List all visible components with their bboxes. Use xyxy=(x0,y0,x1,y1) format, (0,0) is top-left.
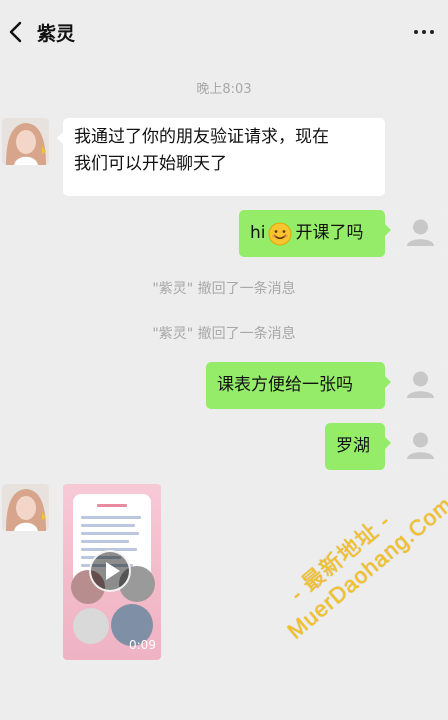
contact-avatar-image xyxy=(2,118,49,165)
self-avatar[interactable] xyxy=(397,423,444,470)
recall-notice: "紫灵" 撤回了一条消息 xyxy=(152,281,296,297)
message-text: 开课了吗 xyxy=(295,223,364,243)
thumbnail-photo xyxy=(73,608,109,644)
chat-header: 紫灵 xyxy=(0,0,448,64)
smiley-emoji-icon xyxy=(268,222,291,245)
more-button[interactable] xyxy=(410,20,438,44)
recall-notice: "紫灵" 撤回了一条消息 xyxy=(152,326,296,342)
more-dot xyxy=(422,30,426,34)
contact-avatar[interactable] xyxy=(2,118,49,165)
back-button[interactable] xyxy=(2,18,28,46)
message-bubble-incoming[interactable]: 我通过了你的朋友验证请求，现在 我们可以开始聊天了 xyxy=(57,118,385,196)
more-dot xyxy=(430,30,434,34)
message-bubble-outgoing[interactable]: hi 开课了吗 xyxy=(239,210,391,257)
self-avatar[interactable] xyxy=(397,210,444,257)
message-text: hi xyxy=(250,223,266,243)
chat-title: 紫灵 xyxy=(37,23,76,45)
chevron-left-icon xyxy=(9,21,22,43)
default-user-avatar-icon xyxy=(397,210,444,257)
message-text: 课表方便给一张吗 xyxy=(217,375,353,395)
message-text: 罗湖 xyxy=(336,436,370,456)
video-duration: 0:09 xyxy=(129,638,156,652)
contact-avatar-image xyxy=(2,484,49,531)
self-avatar[interactable] xyxy=(397,362,444,409)
play-icon[interactable] xyxy=(89,550,131,592)
contact-avatar[interactable] xyxy=(2,484,49,531)
video-message[interactable]: 0:09 xyxy=(63,484,161,660)
message-bubble-outgoing[interactable]: 罗湖 xyxy=(325,423,391,470)
watermark: - 最新地址 - MuerDaohang.Com xyxy=(262,467,448,644)
message-bubble-outgoing[interactable]: 课表方便给一张吗 xyxy=(206,362,391,409)
more-dots-icon xyxy=(414,30,418,34)
default-user-avatar-icon xyxy=(397,423,444,470)
timestamp: 晚上8:03 xyxy=(196,82,252,97)
default-user-avatar-icon xyxy=(397,362,444,409)
message-text: 我通过了你的朋友验证请求，现在 我们可以开始聊天了 xyxy=(74,127,329,174)
